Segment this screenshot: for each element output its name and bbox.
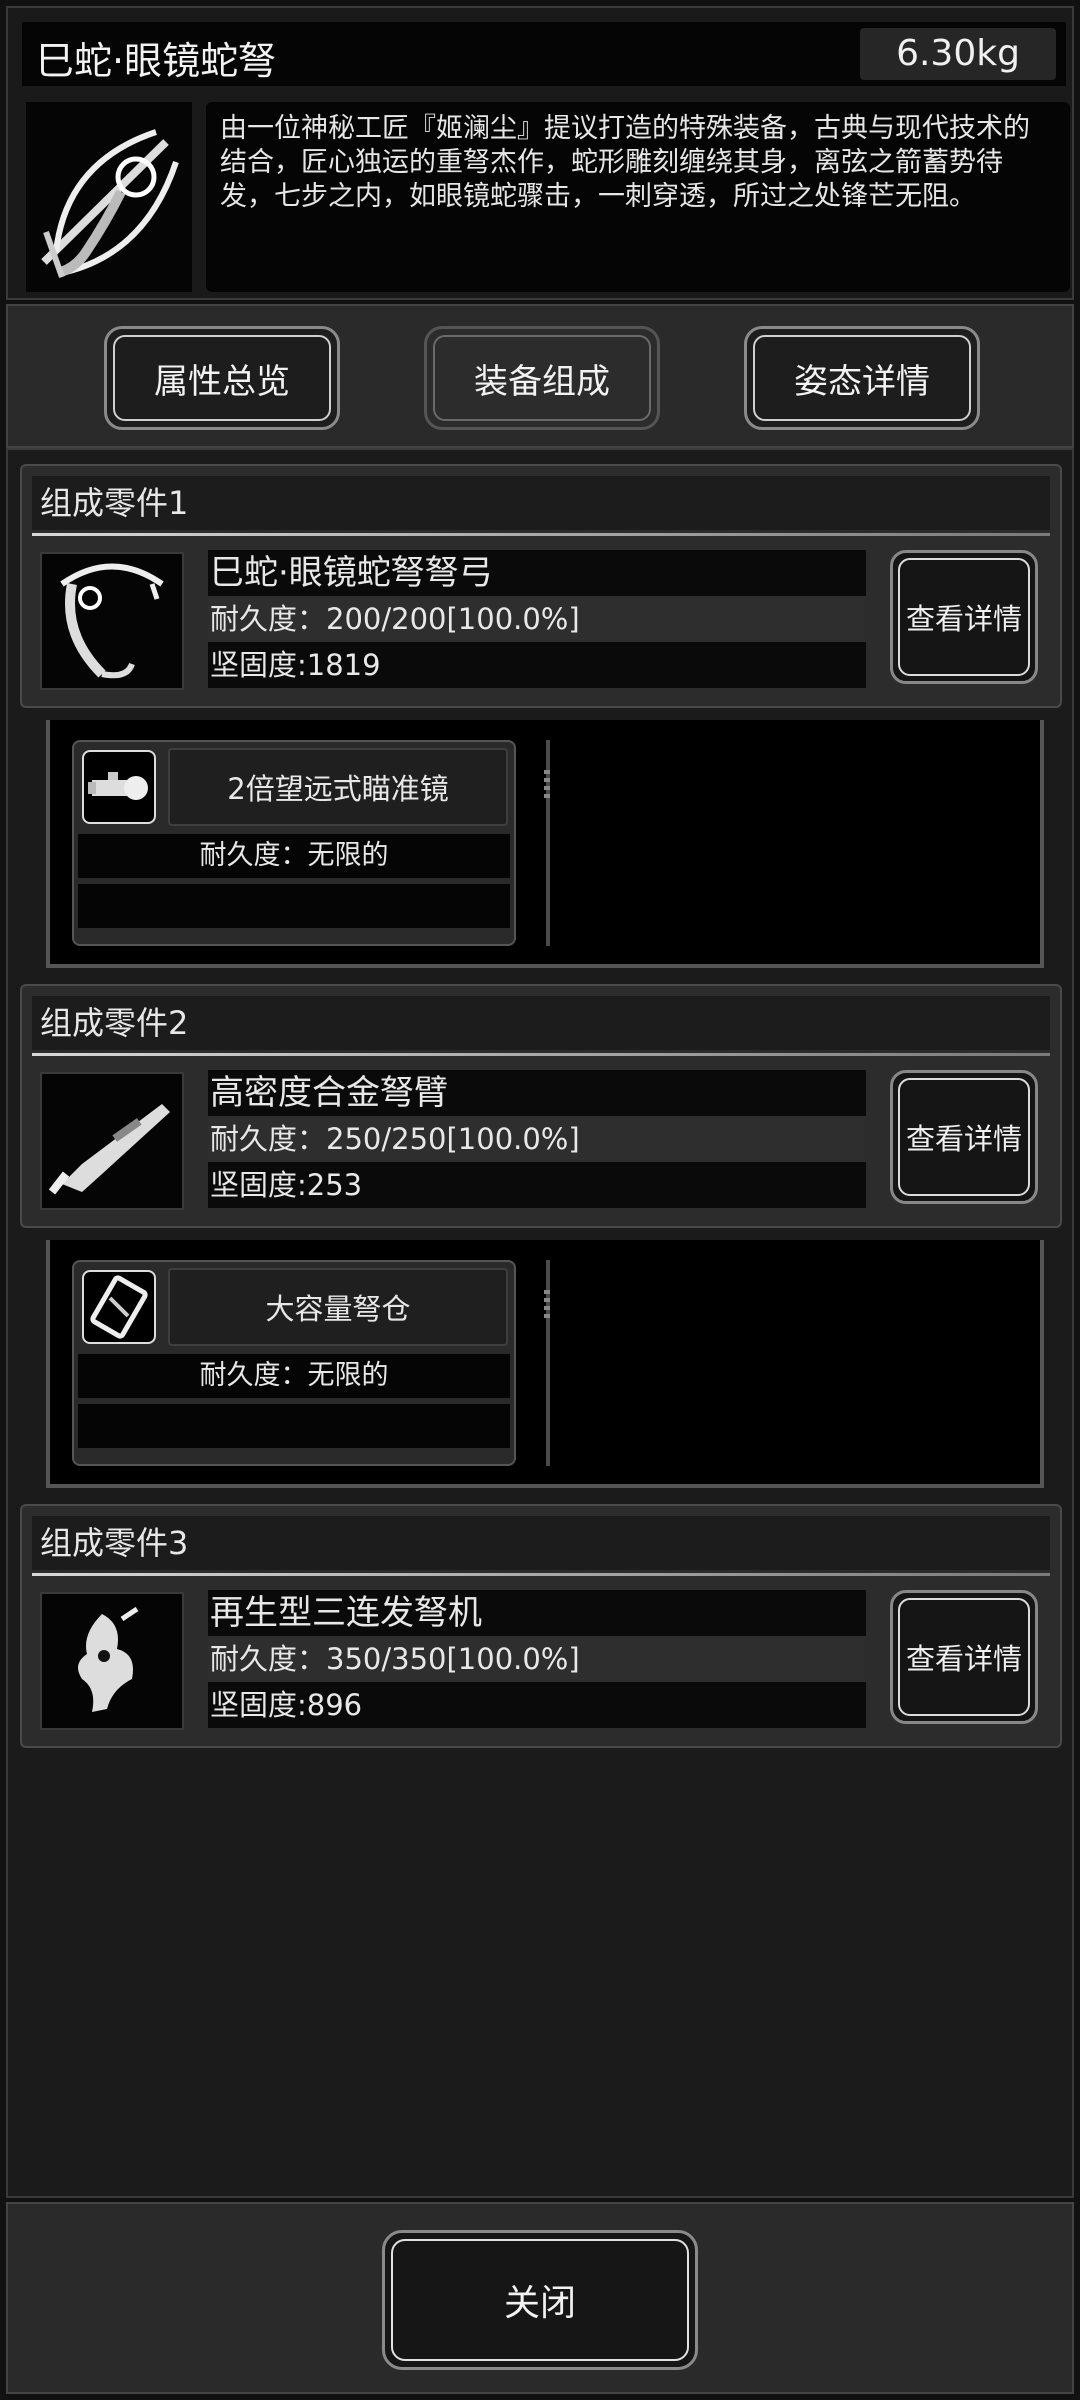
attachment-panel: 大容量弩仓 耐久度：无限的 [46,1240,1044,1488]
item-title: 巳蛇·眼镜蛇弩 [36,39,277,83]
tab-attributes-overview[interactable]: 属性总览 [104,326,340,430]
item-weight: 6.30kg [860,28,1056,80]
attachment-panel: 2倍望远式瞄准镜 耐久度：无限的 [46,720,1044,968]
part-header: 组成零件1 [32,476,1050,536]
part-durability: 耐久度：250/250[100.0%] [208,1116,866,1162]
part-name: 再生型三连发弩机 [208,1590,866,1636]
part-hardness: 坚固度:1819 [208,642,866,688]
part-name: 巳蛇·眼镜蛇弩弩弓 [208,550,866,596]
part-hardness: 坚固度:896 [208,1682,866,1728]
tab-label: 姿态详情 [794,361,930,402]
tab-label: 属性总览 [154,361,290,402]
crossbow-icon [26,102,192,292]
attachment-name: 2倍望远式瞄准镜 [168,748,508,826]
part-info: 再生型三连发弩机 耐久度：350/350[100.0%] 坚固度:896 [208,1590,866,1730]
part-header: 组成零件2 [32,996,1050,1056]
part-card: 组成零件3 再生型三连发弩机 耐久度：350/350[100.0%] 坚固度:8… [20,1504,1062,1748]
title-bar: 巳蛇·眼镜蛇弩 6.30kg [22,22,1066,86]
attachment-durability: 耐久度：无限的 [78,1354,510,1398]
tab-stance-details[interactable]: 姿态详情 [744,326,980,430]
attachment-durability: 耐久度：无限的 [78,834,510,878]
crossbow-arm-icon [40,1072,184,1210]
part-info: 高密度合金弩臂 耐久度：250/250[100.0%] 坚固度:253 [208,1070,866,1210]
attachment-card[interactable]: 2倍望远式瞄准镜 耐久度：无限的 [72,740,516,946]
attachment-empty-row [78,884,510,928]
part-durability: 耐久度：200/200[100.0%] [208,596,866,642]
attachment-divider [544,1260,550,1466]
parts-list[interactable]: 组成零件1 巳蛇·眼镜蛇弩弩弓 耐久度：200/200[100.0%] 坚固度:… [6,448,1074,2198]
view-details-label: 查看详情 [905,602,1022,636]
footer-bar: 关闭 [6,2202,1074,2394]
attachment-divider [544,740,550,946]
scope-icon [82,750,156,824]
item-header: 巳蛇·眼镜蛇弩 6.30kg 由一位神秘工匠『姬澜尘』提议打造的特殊装备，古典与… [6,6,1074,300]
attachment-card[interactable]: 大容量弩仓 耐久度：无限的 [72,1260,516,1466]
close-button[interactable]: 关闭 [382,2230,698,2370]
view-details-button[interactable]: 查看详情 [890,550,1038,684]
part-card: 组成零件1 巳蛇·眼镜蛇弩弩弓 耐久度：200/200[100.0%] 坚固度:… [20,464,1062,708]
tab-label: 装备组成 [474,361,610,402]
part-hardness: 坚固度:253 [208,1162,866,1208]
attachment-name: 大容量弩仓 [168,1268,508,1346]
view-details-label: 查看详情 [905,1642,1022,1676]
tab-equipment-composition[interactable]: 装备组成 [424,326,660,430]
part-durability: 耐久度：350/350[100.0%] [208,1636,866,1682]
view-details-label: 查看详情 [905,1122,1022,1156]
equipment-detail-screen: 巳蛇·眼镜蛇弩 6.30kg 由一位神秘工匠『姬澜尘』提议打造的特殊装备，古典与… [0,0,1080,2400]
part-info: 巳蛇·眼镜蛇弩弩弓 耐久度：200/200[100.0%] 坚固度:1819 [208,550,866,690]
part-card: 组成零件2 高密度合金弩臂 耐久度：250/250[100.0%] 坚固度:25… [20,984,1062,1228]
magazine-icon [82,1270,156,1344]
trigger-mechanism-icon [40,1592,184,1730]
part-name: 高密度合金弩臂 [208,1070,866,1116]
item-description: 由一位神秘工匠『姬澜尘』提议打造的特殊装备，古典与现代技术的结合，匠心独运的重弩… [206,102,1070,292]
view-details-button[interactable]: 查看详情 [890,1590,1038,1724]
attachment-empty-row [78,1404,510,1448]
tab-bar: 属性总览 装备组成 姿态详情 [6,304,1074,448]
close-label: 关闭 [503,2283,576,2324]
part-header: 组成零件3 [32,1516,1050,1576]
crossbow-bow-icon [40,552,184,690]
view-details-button[interactable]: 查看详情 [890,1070,1038,1204]
